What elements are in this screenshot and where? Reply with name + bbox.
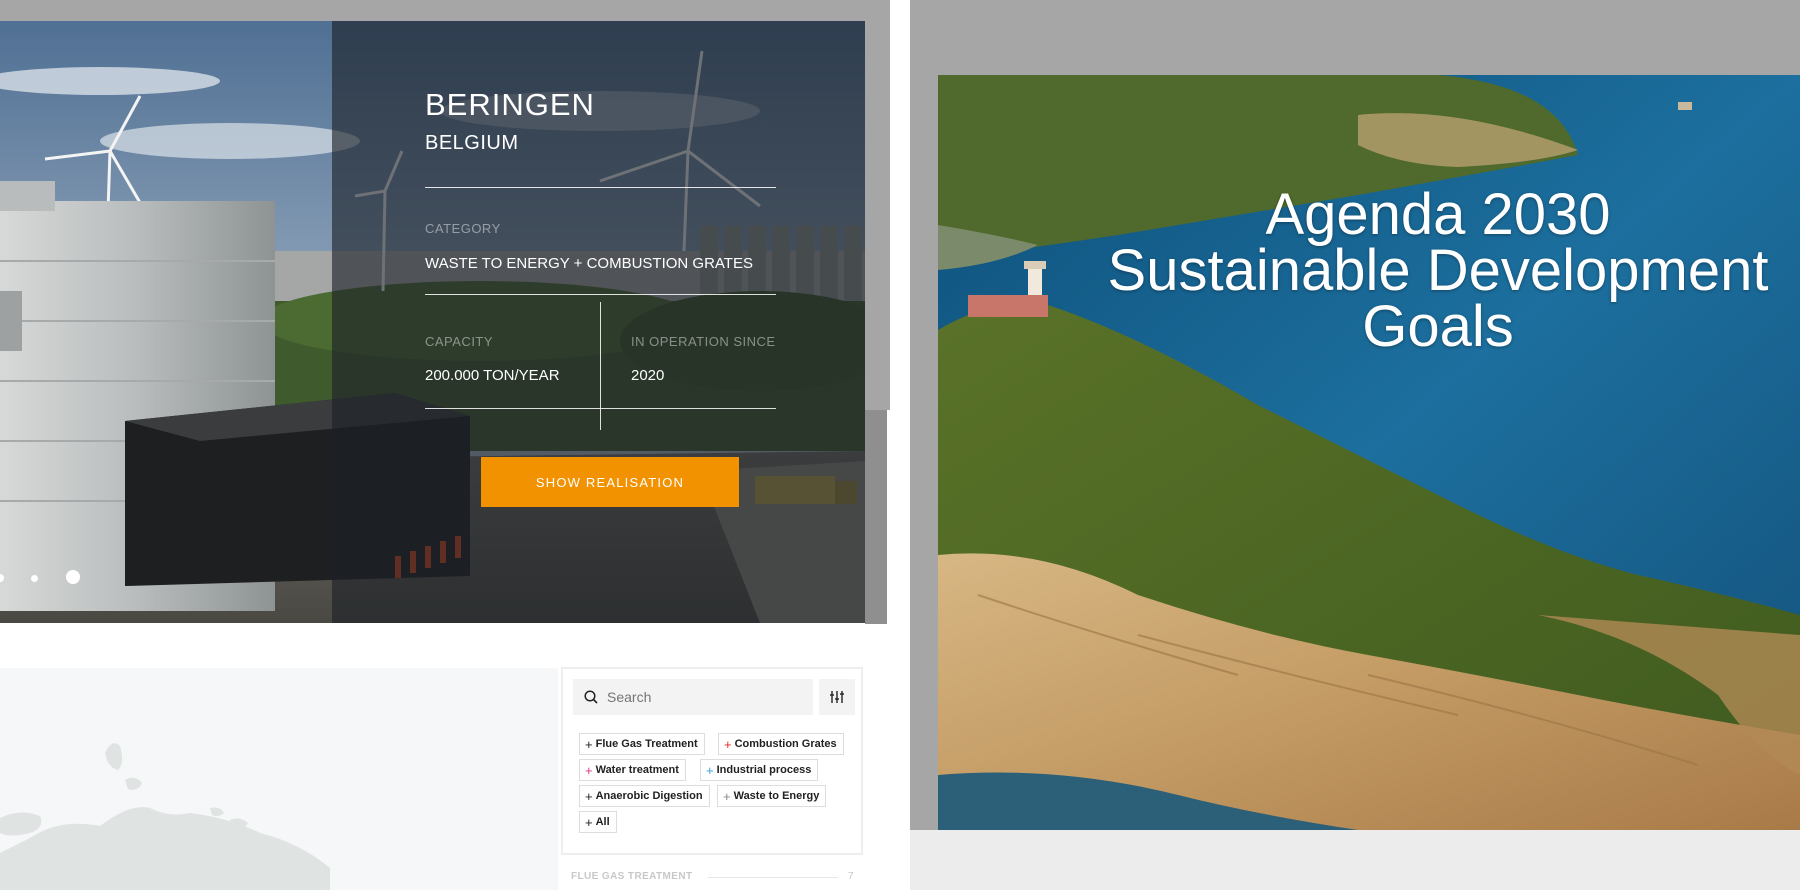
operation-since-label: IN OPERATION SINCE xyxy=(631,334,776,349)
plus-icon: + xyxy=(724,736,732,752)
project-hero-carousel: BERINGEN BELGIUM CATEGORY WASTE TO ENERG… xyxy=(0,21,865,623)
category-label: CATEGORY xyxy=(425,221,501,236)
filter-panel: + Flue Gas Treatment + Combustion Grates… xyxy=(561,667,863,855)
tag-flue-gas-treatment[interactable]: + Flue Gas Treatment xyxy=(579,733,705,755)
tag-industrial-process[interactable]: + Industrial process xyxy=(700,759,819,781)
show-realisation-button[interactable]: SHOW REALISATION xyxy=(481,457,739,507)
project-city: BERINGEN xyxy=(425,87,595,122)
plus-icon: + xyxy=(585,788,593,804)
plus-icon: + xyxy=(585,736,593,752)
plus-icon: + xyxy=(585,814,593,830)
slide-title: Agenda 2030 Sustainable Development Goal… xyxy=(1078,182,1798,359)
window-frame-right xyxy=(865,0,890,410)
tag-label: All xyxy=(595,816,610,828)
tag-waste-to-energy[interactable]: + Waste to Energy xyxy=(717,785,827,807)
field-separator xyxy=(600,302,601,430)
right-screen: Agenda 2030 Sustainable Development Goal… xyxy=(910,0,1800,890)
tag-label: Waste to Energy xyxy=(733,790,820,802)
screen-bottom-bezel xyxy=(910,830,1800,890)
tag-all[interactable]: + All xyxy=(579,811,617,833)
divider xyxy=(425,187,776,188)
capacity-value: 200.000 TON/YEAR xyxy=(425,367,560,384)
left-screen: BERINGEN BELGIUM CATEGORY WASTE TO ENERG… xyxy=(0,0,890,890)
tag-label: Combustion Grates xyxy=(734,738,837,750)
divider xyxy=(425,408,776,409)
sliders-icon xyxy=(830,691,844,703)
tag-combustion-grates[interactable]: + Combustion Grates xyxy=(718,733,844,755)
capacity-label: CAPACITY xyxy=(425,334,494,349)
list-section-rule xyxy=(708,877,838,878)
carousel-dot-active[interactable] xyxy=(66,570,80,584)
search-input[interactable] xyxy=(605,688,809,706)
tag-label: Flue Gas Treatment xyxy=(595,738,698,750)
window-frame-right-lower xyxy=(865,410,887,624)
carousel-dot-2[interactable] xyxy=(31,575,38,582)
world-map[interactable] xyxy=(0,668,558,890)
project-info-overlay xyxy=(332,21,865,623)
window-frame-top xyxy=(0,0,890,21)
plus-icon: + xyxy=(723,788,731,804)
slide-title-line-2: Sustainable Development xyxy=(1107,238,1769,303)
operation-since-value: 2020 xyxy=(631,367,665,384)
list-section-heading: FLUE GAS TREATMENT xyxy=(571,871,693,882)
tag-anaerobic-digestion[interactable]: + Anaerobic Digestion xyxy=(579,785,710,807)
divider xyxy=(425,294,776,295)
tag-label: Anaerobic Digestion xyxy=(595,790,703,802)
tag-water-treatment[interactable]: + Water treatment xyxy=(579,759,686,781)
presentation-slide: Agenda 2030 Sustainable Development Goal… xyxy=(938,75,1800,830)
plus-icon: + xyxy=(706,762,714,778)
slide-title-line-3: Goals xyxy=(1362,294,1514,359)
project-country: BELGIUM xyxy=(425,132,519,154)
list-section-count: 7 xyxy=(848,871,854,882)
slide-title-line-1: Agenda 2030 xyxy=(1265,182,1611,247)
search-icon xyxy=(584,690,598,704)
category-value: WASTE TO ENERGY + COMBUSTION GRATES xyxy=(425,255,753,272)
map-landmass xyxy=(0,743,330,890)
tag-label: Water treatment xyxy=(595,764,679,776)
search-field[interactable] xyxy=(573,679,813,715)
filter-settings-button[interactable] xyxy=(819,679,855,715)
tag-label: Industrial process xyxy=(716,764,812,776)
plus-icon: + xyxy=(585,762,593,778)
